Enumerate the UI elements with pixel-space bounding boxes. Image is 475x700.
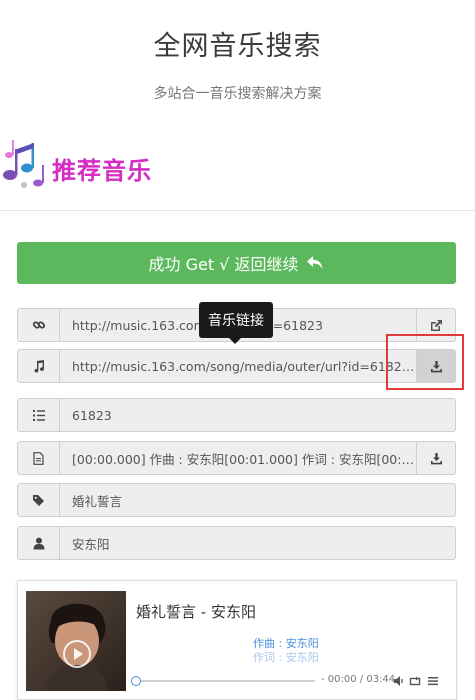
next-lyric: 作词 : 安东阳 xyxy=(253,651,319,664)
success-return-button[interactable]: 成功 Get √ 返回继续 xyxy=(17,242,456,284)
player-song-title: 婚礼誓言 - 安东阳 xyxy=(136,603,256,621)
link-icon xyxy=(18,309,60,341)
artist-field[interactable]: 安东阳 xyxy=(60,527,455,559)
file-icon xyxy=(18,442,60,474)
reply-icon xyxy=(307,256,323,269)
audio-player: 婚礼誓言 - 安东阳 作曲 : 安东阳 作词 : 安东阳 - 00:00 / 0… xyxy=(17,580,457,700)
music-notes-icon xyxy=(3,140,44,188)
time-display: - 00:00 / 03:44 xyxy=(321,674,396,685)
play-button[interactable] xyxy=(63,640,91,668)
lyrics-row: [00:00.000] 作曲 : 安东阳[00:01.000] 作词 : 安东阳… xyxy=(17,441,456,475)
page-subtitle: 多站合一音乐搜索解决方案 xyxy=(153,86,322,102)
logo-text: 推荐音乐 xyxy=(52,157,152,185)
external-link-icon xyxy=(430,319,442,331)
music-link-tooltip: 音乐链接 xyxy=(199,302,273,344)
download-lyrics-button[interactable] xyxy=(416,442,455,474)
loop-icon[interactable] xyxy=(409,675,421,687)
song-title-field[interactable]: 婚礼誓言 xyxy=(60,484,455,516)
song-id-field[interactable]: 61823 xyxy=(60,399,455,431)
list-ordered-icon xyxy=(18,399,60,431)
divider xyxy=(0,210,475,211)
album-cover[interactable] xyxy=(26,591,126,691)
logo[interactable]: 推荐音乐 xyxy=(0,135,160,195)
tag-icon xyxy=(18,484,60,516)
progress-knob[interactable] xyxy=(131,676,141,686)
progress-bar[interactable] xyxy=(135,680,315,682)
playlist-menu-icon[interactable] xyxy=(427,675,439,687)
lyrics-field[interactable]: [00:00.000] 作曲 : 安东阳[00:01.000] 作词 : 安东阳… xyxy=(60,442,416,474)
song-title-row: 婚礼誓言 xyxy=(17,483,456,517)
highlight-box xyxy=(386,334,464,390)
artist-row: 安东阳 xyxy=(17,526,456,560)
success-return-label: 成功 Get √ 返回继续 xyxy=(148,255,299,274)
page-title: 全网音乐搜索 xyxy=(153,31,322,62)
music-url-field[interactable]: http://music.163.com/song/media/outer/ur… xyxy=(60,350,416,382)
user-icon xyxy=(18,527,60,559)
download-icon xyxy=(430,452,442,464)
music-note-icon xyxy=(18,350,60,382)
volume-icon[interactable] xyxy=(393,675,405,687)
song-id-row: 61823 xyxy=(17,398,456,432)
